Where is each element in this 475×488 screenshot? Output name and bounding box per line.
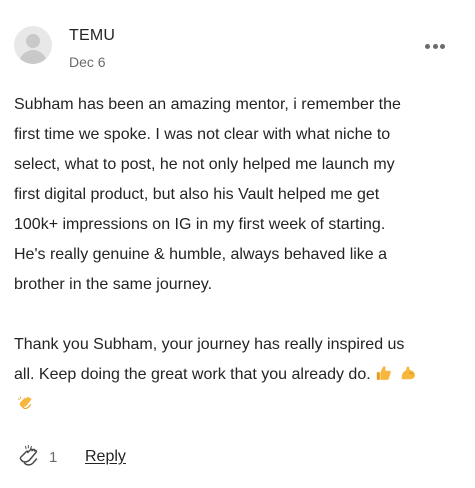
avatar[interactable] — [14, 26, 52, 64]
reply-link[interactable]: Reply — [85, 448, 126, 466]
more-options-icon[interactable] — [421, 36, 449, 56]
comment-line: brother in the same journey. — [14, 276, 213, 293]
thumbs-up-emoji — [376, 366, 391, 380]
clapping-hands-emoji — [17, 396, 32, 409]
more-dot — [425, 43, 430, 49]
comment-body: Subham has been an amazing mentor, i rem… — [14, 90, 464, 420]
avatar-body-shape — [19, 50, 47, 64]
comment-line: Thank you Subham, your journey has reall… — [14, 336, 405, 353]
comment-line: Subham has been an amazing mentor, i rem… — [14, 96, 401, 113]
comment-line: He's really genuine & humble, always beh… — [14, 246, 388, 263]
comment-date: Dec 6 — [69, 54, 106, 70]
comment-line-with-emoji — [14, 390, 464, 420]
clap-icon[interactable] — [14, 444, 42, 472]
comment-line-text: all. Keep doing the great work that you … — [14, 366, 371, 383]
more-dot — [432, 43, 438, 49]
comment-line: first digital product, but also his Vaul… — [14, 186, 380, 203]
more-dot — [440, 43, 445, 49]
comment-footer: 1 Reply — [14, 442, 454, 474]
comment-line: 100k+ impressions on IG in my first week… — [14, 216, 386, 233]
comment-line: first time we spoke. I was not clear wit… — [14, 126, 391, 143]
avatar-head-shape — [26, 34, 40, 48]
flexed-biceps-emoji — [401, 366, 415, 380]
comment-line-with-emoji: all. Keep doing the great work that you … — [14, 360, 464, 390]
author-name[interactable]: TEMU — [69, 27, 115, 45]
clap-count: 1 — [49, 449, 58, 466]
comment-card: TEMU Dec 6 Subham has been an amazing me… — [0, 0, 475, 488]
comment-line: select, what to post, he not only helped… — [14, 156, 395, 173]
